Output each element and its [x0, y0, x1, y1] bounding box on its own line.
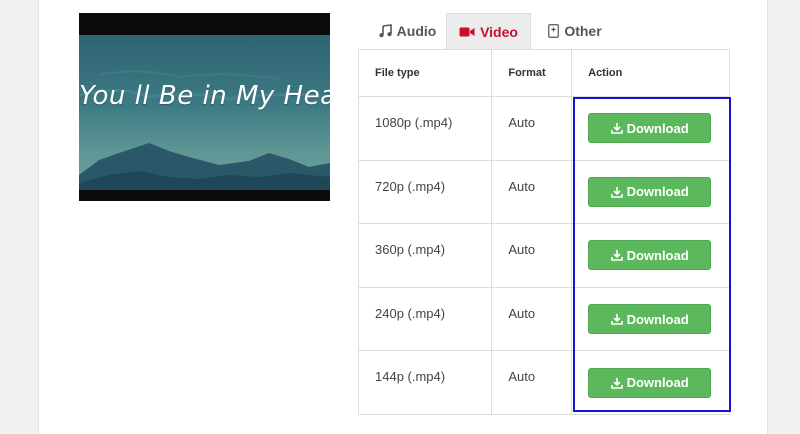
tab-other-label: Other [564, 23, 602, 39]
download-button-label: Download [626, 247, 689, 263]
download-table: File type Format Action 1080p (.mp4) Aut… [357, 49, 730, 415]
tab-audio-label: Audio [396, 23, 437, 39]
thumbnail-title: You ll Be in My Heart [79, 81, 330, 111]
action-cell: Download [571, 159, 730, 225]
download-icon [610, 123, 623, 135]
table-header-row: File type Format Action [357, 49, 730, 97]
action-cell: Download [571, 286, 730, 352]
download-button-label: Download [626, 120, 689, 136]
file-type-cell: 720p (.mp4) [357, 159, 493, 225]
music-note-icon [379, 24, 392, 38]
action-cell: Download [571, 223, 730, 288]
download-button[interactable]: Download [588, 367, 712, 398]
format-cell: Auto [491, 96, 573, 161]
header-action: Action [571, 49, 730, 97]
format-cell: Auto [491, 223, 573, 288]
download-button[interactable]: Download [588, 240, 712, 271]
thumbnail-scene [79, 35, 330, 190]
download-button-label: Download [626, 311, 689, 327]
download-icon [610, 250, 623, 262]
tab-other[interactable]: Other [540, 13, 610, 49]
table-row: 240p (.mp4) Auto Download [357, 286, 730, 352]
file-type-cell: 360p (.mp4) [357, 223, 493, 288]
video-camera-icon [459, 27, 475, 36]
mountains-illustration [79, 70, 330, 190]
tab-video[interactable]: Video [446, 13, 531, 49]
file-type-cell: 144p (.mp4) [357, 350, 493, 415]
download-button[interactable]: Download [588, 304, 712, 335]
tab-audio[interactable]: Audio [368, 13, 446, 49]
download-icon [610, 314, 623, 325]
table-row: 144p (.mp4) Auto Download [357, 350, 730, 415]
download-button[interactable]: Download [588, 113, 712, 144]
video-thumbnail: You ll Be in My Heart [79, 13, 330, 201]
download-button-label: Download [626, 375, 689, 391]
table-row: 720p (.mp4) Auto Download [357, 159, 730, 225]
file-icon [548, 24, 560, 38]
file-type-cell: 1080p (.mp4) [357, 96, 493, 161]
action-cell: Download [571, 96, 730, 161]
table-row: 360p (.mp4) Auto Download [357, 223, 730, 288]
download-button[interactable]: Download [588, 176, 712, 207]
format-cell: Auto [491, 286, 573, 352]
download-icon [610, 377, 623, 389]
format-cell: Auto [491, 159, 573, 225]
format-cell: Auto [491, 350, 573, 415]
header-file-type: File type [357, 49, 493, 97]
table-row: 1080p (.mp4) Auto Download [357, 96, 730, 161]
download-button-label: Download [626, 184, 689, 200]
download-icon [610, 186, 623, 198]
action-cell: Download [571, 350, 730, 415]
tab-video-label: Video [480, 23, 518, 40]
header-format: Format [491, 49, 573, 97]
file-type-cell: 240p (.mp4) [357, 286, 493, 352]
